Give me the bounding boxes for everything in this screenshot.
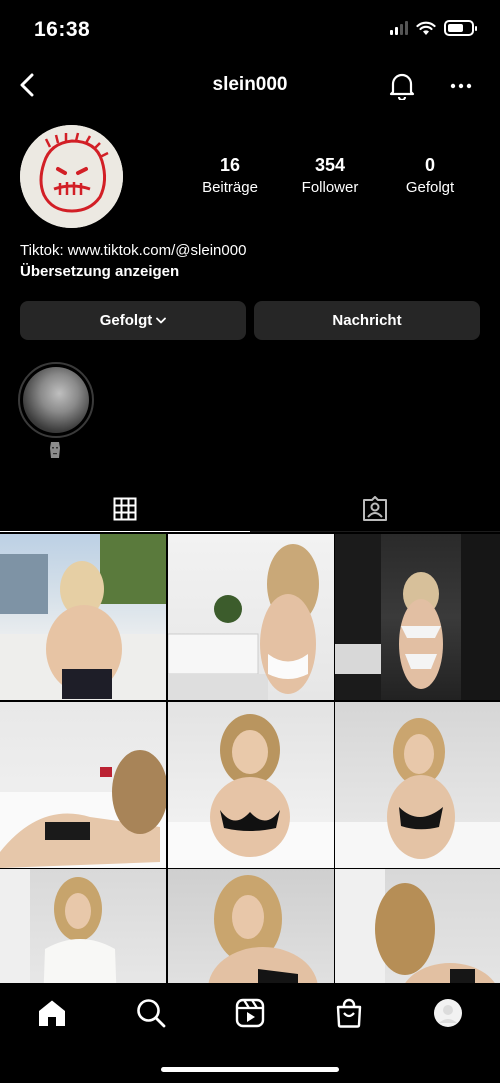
- message-button-label: Nachricht: [332, 312, 402, 329]
- post-thumbnail[interactable]: [0, 869, 166, 984]
- wifi-icon: [416, 21, 436, 35]
- post-image: [0, 534, 166, 700]
- nav-home[interactable]: [34, 995, 70, 1031]
- posts-count: 16: [219, 155, 241, 175]
- posts-grid: [0, 534, 500, 984]
- shop-icon: [336, 998, 362, 1028]
- home-indicator: [161, 1067, 339, 1072]
- profile-tabs: [0, 486, 500, 532]
- home-icon: [39, 1000, 65, 1026]
- post-image: [167, 544, 319, 700]
- nav-search[interactable]: [133, 995, 169, 1031]
- post-image: [335, 534, 500, 700]
- reels-icon: [235, 998, 265, 1028]
- tab-posts-grid[interactable]: [0, 486, 250, 532]
- followers-stat[interactable]: 354 Follower: [280, 155, 380, 196]
- avatar-face-drawing: [20, 125, 123, 228]
- post-image: [335, 869, 496, 984]
- post-image: [207, 875, 318, 984]
- status-time: 16:38: [34, 18, 91, 41]
- status-icons: [390, 20, 477, 36]
- following-stat[interactable]: 0 Gefolgt: [380, 155, 480, 196]
- following-button[interactable]: Gefolgt: [20, 301, 246, 340]
- search-icon: [137, 999, 166, 1028]
- signal-icon: [390, 21, 408, 35]
- moai-icon: [50, 442, 60, 458]
- profile-actions: Gefolgt Nachricht: [20, 301, 480, 340]
- post-image: [0, 869, 117, 984]
- posts-label: Beiträge: [202, 179, 258, 196]
- bell-icon: [389, 73, 415, 100]
- posts-stat[interactable]: 16 Beiträge: [180, 155, 280, 196]
- followers-count: 354: [314, 155, 346, 175]
- profile-bio: Tiktok: www.tiktok.com/@slein000 Überset…: [20, 240, 246, 282]
- translate-link[interactable]: Übersetzung anzeigen: [20, 261, 246, 282]
- post-thumbnail[interactable]: [0, 534, 166, 700]
- notifications-button[interactable]: [386, 70, 418, 102]
- nav-shop[interactable]: [331, 995, 367, 1031]
- profile-stats: 16 Beiträge 354 Follower 0 Gefolgt: [180, 155, 480, 196]
- post-thumbnail[interactable]: [0, 701, 166, 868]
- tagged-icon: [363, 496, 387, 521]
- grid-icon: [113, 497, 137, 520]
- profile-avatar-icon: [434, 999, 462, 1027]
- battery-icon: [444, 20, 477, 36]
- post-image: [335, 717, 500, 868]
- message-button[interactable]: Nachricht: [254, 301, 480, 340]
- chevron-down-icon: [156, 317, 167, 324]
- post-image: [0, 749, 166, 868]
- profile-username: slein000: [212, 74, 288, 95]
- status-bar: 16:38: [0, 0, 500, 60]
- following-button-label: Gefolgt: [99, 312, 153, 329]
- bio-text[interactable]: Tiktok: www.tiktok.com/@slein000: [20, 240, 246, 261]
- post-image: [167, 713, 334, 868]
- more-icon: [450, 83, 472, 89]
- profile-avatar[interactable]: [20, 125, 123, 228]
- nav-profile[interactable]: [430, 995, 466, 1031]
- nav-reels[interactable]: [232, 995, 268, 1031]
- following-label: Gefolgt: [405, 179, 455, 196]
- highlight-cover: [23, 367, 89, 433]
- post-thumbnail[interactable]: [167, 534, 334, 700]
- more-options-button[interactable]: [446, 70, 476, 102]
- story-highlight[interactable]: [18, 362, 94, 438]
- post-thumbnail[interactable]: [335, 701, 500, 868]
- tab-tagged[interactable]: [250, 486, 500, 532]
- post-thumbnail[interactable]: [167, 701, 334, 868]
- post-thumbnail[interactable]: [167, 869, 334, 984]
- following-count: 0: [424, 155, 435, 175]
- post-thumbnail[interactable]: [335, 534, 500, 700]
- profile-header: slein000: [0, 60, 500, 110]
- post-thumbnail[interactable]: [335, 869, 500, 984]
- followers-label: Follower: [301, 179, 359, 196]
